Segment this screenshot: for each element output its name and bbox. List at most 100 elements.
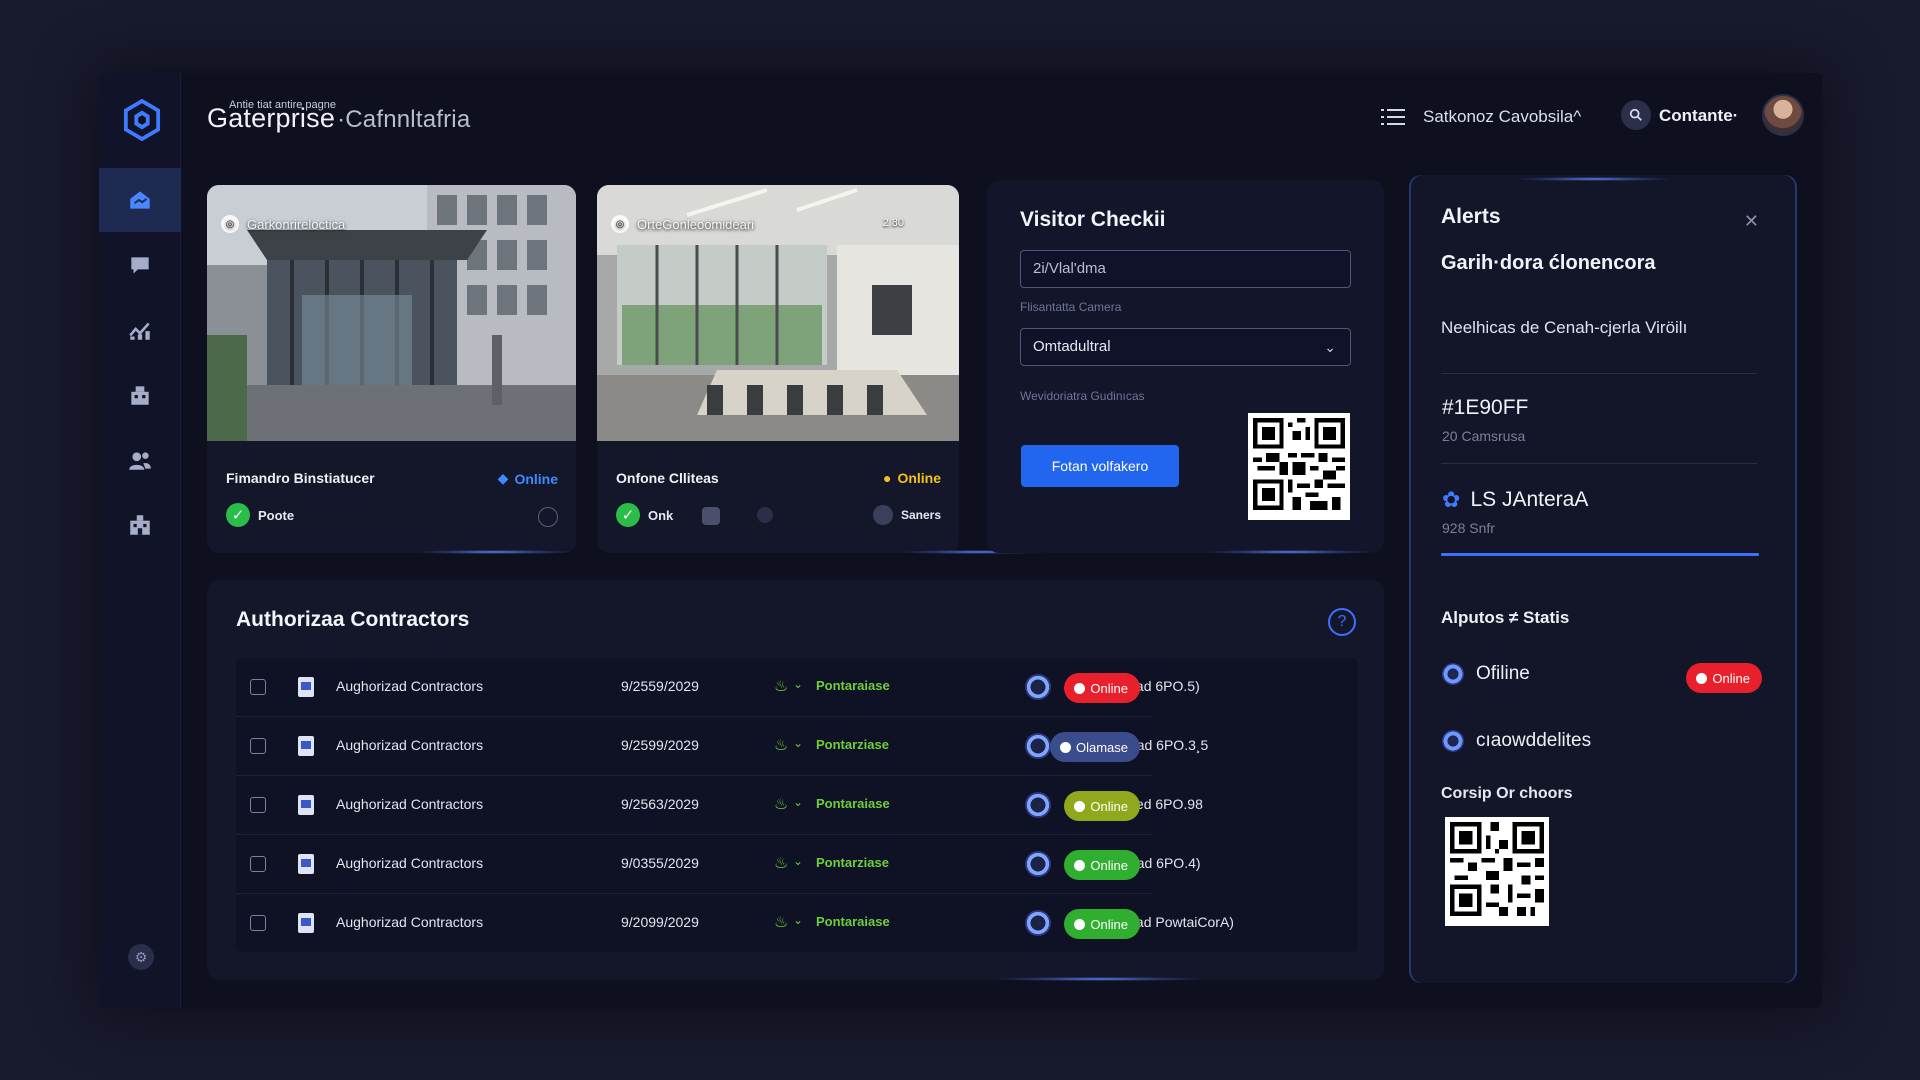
status-section-title: Alputos ≠ Statis: [1441, 608, 1570, 627]
app-logo-icon[interactable]: [123, 98, 161, 142]
document-icon: [298, 736, 314, 756]
sidebar-item-buildings[interactable]: [99, 363, 181, 427]
status-badge-text: Olamase: [1075, 739, 1128, 755]
status-dot-icon: [1074, 918, 1086, 930]
contractor-name: Aughorizad Contractors: [336, 678, 484, 694]
alerts-panel: Alerts ✕ Garih·dora ćlonencora Neelhicas…: [1409, 175, 1797, 983]
row-checkbox[interactable]: [250, 915, 266, 931]
analytics-icon: [129, 322, 150, 340]
leaf-icon: ♨: [774, 678, 789, 695]
contractor-tag: Pontarziase: [816, 855, 889, 870]
sidebar-item-users[interactable]: [99, 428, 181, 492]
camera-check-label: Onk: [648, 508, 674, 523]
table-row[interactable]: Aughorizad Contractors 9/2563/2029 ♨ ⌄ Ponta…: [236, 776, 1203, 835]
contractors-table: Aughorizad Contractors 9/2559/2029 ♨ ⌄ Ponta…: [236, 658, 1358, 952]
chevron-down-icon[interactable]: ⌄: [793, 854, 803, 868]
divider: [1441, 463, 1757, 464]
contractor-tag: Pontaraiase: [816, 914, 890, 929]
alert-item-title[interactable]: #1E90FF: [1442, 396, 1528, 420]
table-row[interactable]: Aughorizad Contractors 9/0355/2029 ♨ ⌄ Ponta…: [236, 835, 1201, 894]
org-selector[interactable]: Satkonoz Cavobsila^: [1423, 107, 1581, 127]
camera-overlay-label: ◎ Garkonrireloctica: [221, 215, 345, 233]
bot-icon[interactable]: [702, 507, 720, 525]
status-badge: Online: [1686, 663, 1762, 693]
search-icon[interactable]: [1621, 100, 1651, 130]
avatar[interactable]: [1762, 94, 1804, 136]
table-row[interactable]: Aughorizad Contractors 9/2599/2029 ♨ ⌄ Ponta…: [236, 717, 1208, 776]
building-icon: [131, 386, 149, 405]
visitor-checkin-title: Visitor Checkii: [1020, 208, 1166, 231]
chevron-down-icon[interactable]: ⌄: [793, 795, 803, 809]
check-icon: ✓: [226, 503, 250, 527]
row-checkbox[interactable]: [250, 738, 266, 754]
status-badge-text: Online: [1712, 670, 1750, 686]
camera-icon: ◎: [611, 215, 629, 233]
row-checkbox[interactable]: [250, 856, 266, 872]
divider: [1441, 373, 1757, 374]
menu-icon[interactable]: [1381, 107, 1405, 127]
camera-card-entrance[interactable]: ◎ Garkonrireloctica Fimandro Binstiatuce…: [207, 185, 576, 553]
contractor-tag: Pontarziase: [816, 737, 889, 752]
home-icon: [130, 191, 150, 209]
sidebar-item-analytics[interactable]: [99, 298, 181, 362]
contractor-date: 9/2599/2029: [621, 737, 699, 753]
sidebar-item-messages[interactable]: [99, 233, 181, 297]
alert-item-title: LS JAnteraA: [1470, 488, 1589, 511]
alert-item[interactable]: ✿ LS JAnteraA: [1442, 487, 1588, 513]
close-icon[interactable]: ✕: [1744, 211, 1759, 232]
qr-code-icon: [1248, 413, 1350, 520]
camera-select[interactable]: Omtadultral ⌄: [1020, 328, 1351, 366]
sensors-indicator[interactable]: Saners: [872, 505, 941, 525]
status-row[interactable]: Ofiline: [1442, 663, 1530, 685]
status-dot-icon: [1074, 800, 1086, 812]
users-icon: [129, 452, 151, 470]
chat-bubble-icon[interactable]: [757, 507, 773, 523]
camera-title: Onfone Clliteas: [616, 470, 719, 486]
visitor-name-input[interactable]: 2i/Vlal'dma: [1020, 250, 1351, 288]
table-row[interactable]: Aughorizad Contractors 9/2099/2029 ♨ ⌄ Ponta…: [236, 894, 1234, 953]
sidebar: ⚙: [99, 73, 181, 1008]
camera-overlay-extra: 2.80: [882, 217, 904, 229]
status-badge: Online: [1064, 909, 1140, 939]
status-row-label: cıaowddelites: [1476, 730, 1592, 751]
leaf-icon: ♨: [774, 737, 789, 754]
contractor-date: 9/2099/2029: [621, 914, 699, 930]
sensors-label: Saners: [900, 508, 941, 522]
sidebar-item-home[interactable]: [99, 168, 181, 232]
sidebar-item-facility[interactable]: [99, 493, 181, 557]
app-window: ⚙ Antie tiat antire pagne Gaterprise·Caf…: [99, 73, 1822, 1008]
camera-overlay-text: OrteGonleoömideari: [637, 216, 755, 232]
checkin-submit-button[interactable]: Fotan volfakero: [1021, 445, 1179, 487]
contact-link[interactable]: Contante·: [1659, 106, 1738, 126]
check-icon: ✓: [616, 503, 640, 527]
chevron-down-icon[interactable]: ⌄: [793, 677, 803, 691]
refresh-icon[interactable]: [538, 507, 558, 527]
status-dot-icon: [1074, 859, 1086, 871]
chevron-down-icon[interactable]: ⌄: [793, 736, 803, 750]
status-badge-text: Online: [1090, 916, 1128, 932]
row-checkbox[interactable]: [250, 797, 266, 813]
contractors-title: Authorizaa Contractors: [236, 608, 470, 631]
settings-icon[interactable]: ⚙: [128, 944, 154, 970]
user-icon: [1025, 674, 1051, 700]
row-checkbox[interactable]: [250, 679, 266, 695]
active-indicator: [1441, 553, 1759, 556]
alert-item-subtitle: 928 Snfr: [1442, 520, 1495, 536]
document-icon: [298, 677, 314, 697]
status-badge-text: Online: [1090, 680, 1128, 696]
table-row[interactable]: Aughorizad Contractors 9/2559/2029 ♨ ⌄ Ponta…: [236, 658, 1200, 717]
status-badge: Online: [1064, 791, 1140, 821]
chevron-down-icon[interactable]: ⌄: [793, 913, 803, 927]
camera-card-office[interactable]: ◎ OrteGonleoömideari 2.80 Onfone Cllitea…: [597, 185, 959, 553]
shield-icon: ✿: [1442, 487, 1461, 512]
status-row-label: Ofiline: [1476, 663, 1530, 684]
document-icon: [298, 854, 314, 874]
help-icon[interactable]: ?: [1328, 608, 1356, 636]
user-icon: [1025, 910, 1051, 936]
contractor-date: 9/0355/2029: [621, 855, 699, 871]
user-icon: [1025, 851, 1051, 877]
status-row[interactable]: cıaowddelites: [1442, 730, 1591, 752]
contractor-tag: Pontaraiase: [816, 678, 890, 693]
status-dot-icon: [1074, 682, 1086, 694]
signal-icon: ◆: [497, 470, 509, 486]
